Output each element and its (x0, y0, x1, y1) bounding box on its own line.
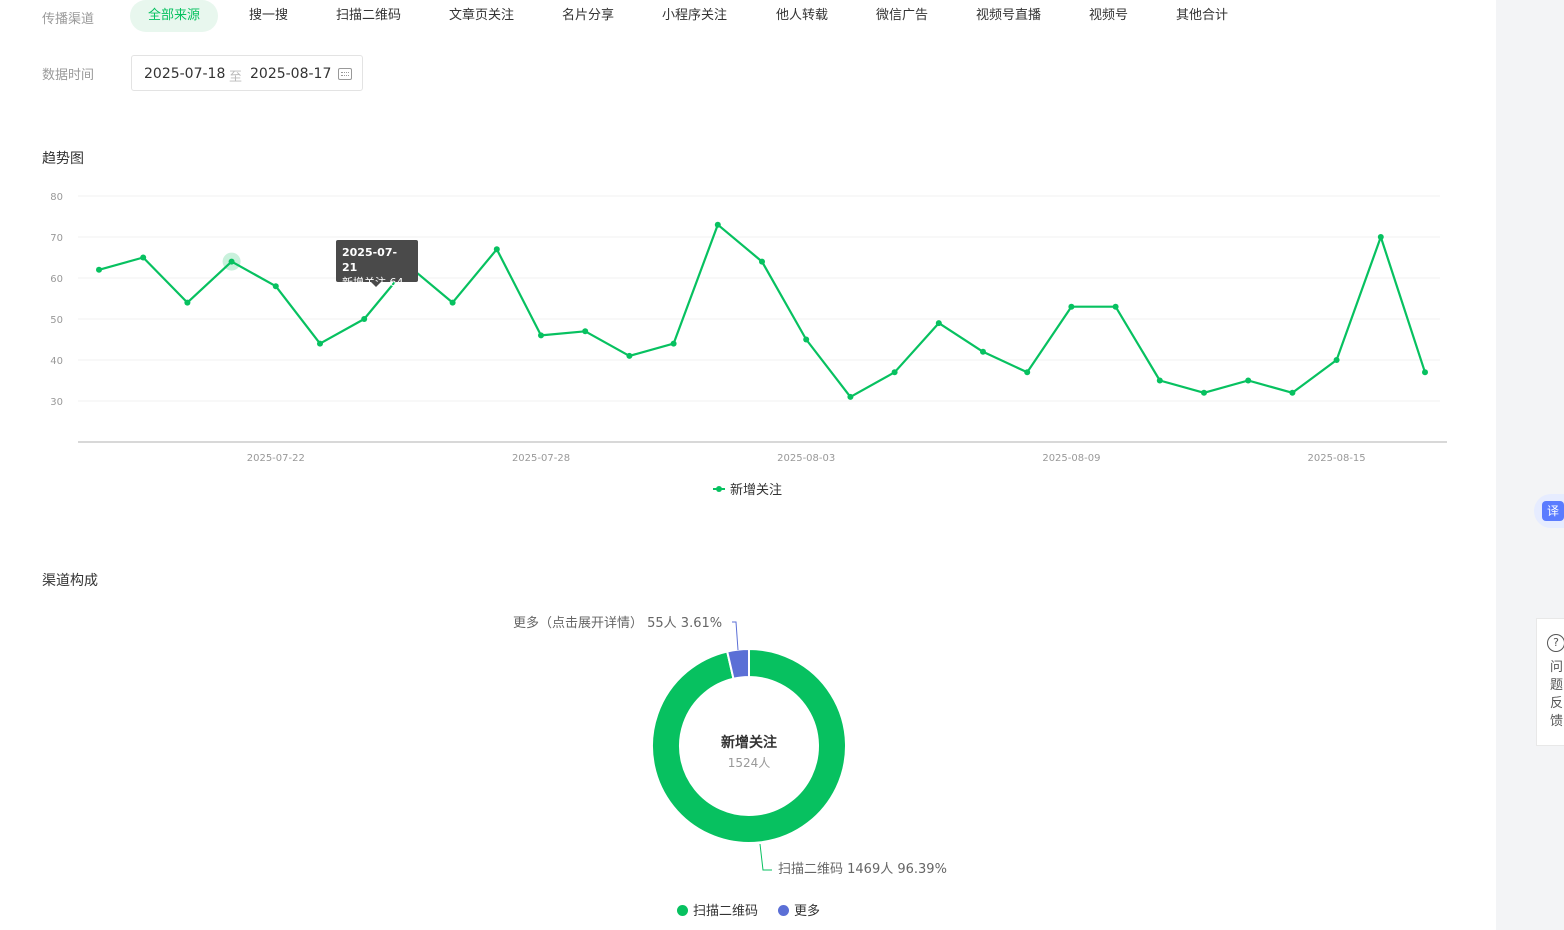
tab-channels[interactable]: 视频号 (1089, 0, 1128, 32)
data-point (582, 328, 589, 335)
data-point (1289, 389, 1296, 396)
translate-button[interactable]: 译 (1534, 494, 1564, 528)
source-label: 传播渠道 (42, 12, 95, 27)
legend-item-more[interactable]: 更多 (778, 900, 820, 919)
data-point (538, 332, 544, 339)
data-point (759, 258, 765, 265)
tab-card-share[interactable]: 名片分享 (562, 0, 614, 32)
legend-label-new-follows: 新增关注 (730, 482, 782, 498)
x-tick-label: 2025-07-28 (512, 453, 570, 464)
data-point (1156, 377, 1163, 384)
leader-line-more (732, 621, 739, 651)
data-point (184, 299, 191, 306)
date-range-picker[interactable]: 2025-07-18 至 2025-08-17 (131, 55, 363, 91)
x-tick-label: 2025-07-22 (247, 453, 305, 464)
date-start[interactable]: 2025-07-18 (144, 66, 225, 82)
channel-title: 渠道构成 (42, 573, 98, 589)
legend-label-more: 更多 (794, 904, 821, 919)
side-strip (1496, 0, 1564, 930)
data-point (935, 320, 942, 327)
data-point (272, 283, 279, 290)
x-tick-label: 2025-08-09 (1042, 453, 1100, 464)
data-point (1245, 377, 1252, 384)
data-point (1422, 369, 1428, 376)
tab-other-total[interactable]: 其他合计 (1176, 0, 1228, 32)
data-point (1333, 357, 1340, 363)
legend-dot-icon (716, 486, 722, 492)
feedback-panel[interactable]: ? 问题反馈 (1536, 618, 1564, 746)
series-line-new-follows (98, 223, 1427, 398)
y-tick-label: 40 (50, 356, 63, 367)
legend-dot-scan-qr (677, 905, 688, 916)
chart-tooltip: 2025-07-21 新增关注 64 (336, 240, 418, 289)
y-tick-label: 60 (50, 274, 63, 285)
date-end[interactable]: 2025-08-17 (250, 66, 331, 82)
tab-channels-live[interactable]: 视频号直播 (976, 0, 1041, 32)
tab-repost[interactable]: 他人转载 (776, 0, 828, 32)
tooltip-date: 2025-07-21 (342, 246, 398, 274)
data-point (670, 340, 677, 347)
source-filter-row: 传播渠道 全部来源 搜一搜 扫描二维码 文章页关注 名片分享 小程序关注 他人转… (0, 0, 1496, 34)
y-tick-label: 70 (50, 233, 63, 244)
data-point (980, 348, 986, 355)
data-point (714, 221, 721, 228)
trend-title: 趋势图 (42, 151, 84, 167)
data-point (1068, 303, 1075, 310)
tab-wechat-ads[interactable]: 微信广告 (876, 0, 928, 32)
x-tick-label: 2025-08-03 (777, 453, 835, 464)
donut-center-value: 1524人 (727, 756, 771, 770)
trend-chart[interactable]: 30 40 50 60 70 80 2025-07-22 2025-07-28 2025-08-… (0, 180, 1496, 510)
data-point (626, 352, 633, 359)
help-icon: ? (1547, 634, 1564, 652)
date-label: 数据时间 (42, 68, 95, 83)
data-point (1201, 389, 1207, 396)
legend-dot-more (778, 905, 789, 916)
y-tick-label: 50 (50, 315, 63, 326)
y-tick-label: 30 (50, 397, 63, 408)
data-point (891, 369, 898, 376)
tab-all-sources[interactable]: 全部来源 (130, 0, 219, 32)
y-tick-label: 80 (50, 192, 63, 203)
tab-search[interactable]: 搜一搜 (249, 0, 288, 32)
data-point (803, 336, 810, 343)
main-panel: 传播渠道 全部来源 搜一搜 扫描二维码 文章页关注 名片分享 小程序关注 他人转… (0, 0, 1496, 930)
data-point (96, 266, 102, 273)
x-tick-label: 2025-08-15 (1308, 453, 1366, 464)
data-point (847, 393, 854, 400)
data-point (1377, 234, 1384, 240)
legend-item-scan-qr[interactable]: 扫描二维码 (677, 900, 758, 919)
data-point (1112, 303, 1119, 310)
legend-label-scan-qr: 扫描二维码 (693, 904, 759, 919)
tab-article-follow[interactable]: 文章页关注 (449, 0, 514, 32)
data-point (361, 316, 368, 322)
date-separator: 至 (229, 70, 243, 85)
leader-line-scan (759, 843, 772, 871)
data-point (317, 340, 323, 347)
pie-label-more[interactable]: 更多（点击展开详情） 55人 3.61% (513, 612, 722, 631)
tooltip-value: 新增关注 64 (342, 276, 404, 289)
data-point (140, 254, 147, 261)
tab-scan-qr[interactable]: 扫描二维码 (336, 0, 401, 32)
date-filter-row: 数据时间 2025-07-18 至 2025-08-17 (0, 55, 1496, 91)
data-point (493, 246, 500, 253)
data-point (1024, 369, 1031, 376)
tab-miniprogram-follow[interactable]: 小程序关注 (662, 0, 727, 32)
app-root: 传播渠道 全部来源 搜一搜 扫描二维码 文章页关注 名片分享 小程序关注 他人转… (0, 0, 1564, 930)
data-point (228, 258, 235, 265)
feedback-text: 问题反馈 (1550, 660, 1564, 729)
data-point (449, 299, 456, 306)
donut-center-title: 新增关注 (721, 735, 777, 751)
calendar-icon[interactable] (338, 68, 352, 80)
pie-label-scan: 扫描二维码 1469人 96.39% (778, 862, 947, 877)
translate-icon: 译 (1542, 501, 1564, 521)
